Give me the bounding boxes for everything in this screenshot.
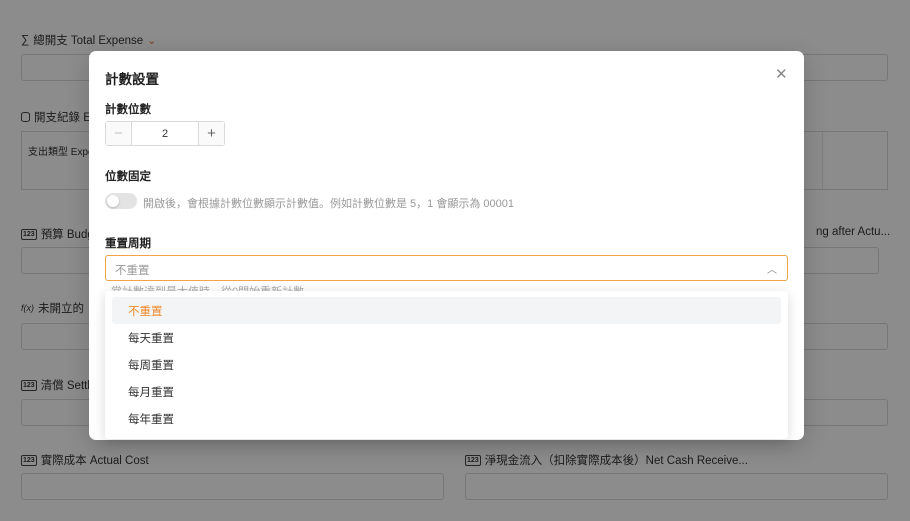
digits-input[interactable]: 2	[132, 122, 198, 145]
option-daily[interactable]: 每天重置	[112, 324, 781, 351]
fixed-digits-hint: 開啟後，會根據計數位數顯示計數值。例如計數位數是 5，1 會顯示為 00001	[143, 198, 514, 210]
option-weekly[interactable]: 每周重置	[112, 351, 781, 378]
reset-period-select[interactable]: 不重置 ︿	[105, 255, 788, 281]
decrement-button[interactable]: −	[106, 122, 132, 145]
reset-period-label: 重置周期	[105, 238, 151, 250]
select-value: 不重置	[115, 265, 150, 277]
digits-label: 計數位數	[105, 104, 151, 116]
reset-period-hint: 當計數達到最大值時，從0開始重新計數	[111, 283, 304, 291]
dialog-title: 計數設置	[105, 72, 159, 87]
close-icon[interactable]: ✕	[775, 67, 788, 82]
option-monthly[interactable]: 每月重置	[112, 378, 781, 405]
reset-period-dropdown: 不重置 每天重置 每周重置 每月重置 每年重置	[105, 291, 788, 439]
option-yearly[interactable]: 每年重置	[112, 405, 781, 432]
fixed-digits-label: 位數固定	[105, 171, 151, 183]
fixed-digits-toggle[interactable]	[105, 193, 137, 209]
toggle-knob	[107, 195, 119, 207]
chevron-up-icon: ︿	[767, 265, 777, 276]
increment-button[interactable]: +	[198, 122, 224, 145]
option-no-reset[interactable]: 不重置	[112, 297, 781, 324]
digits-stepper: − 2 +	[105, 121, 225, 146]
